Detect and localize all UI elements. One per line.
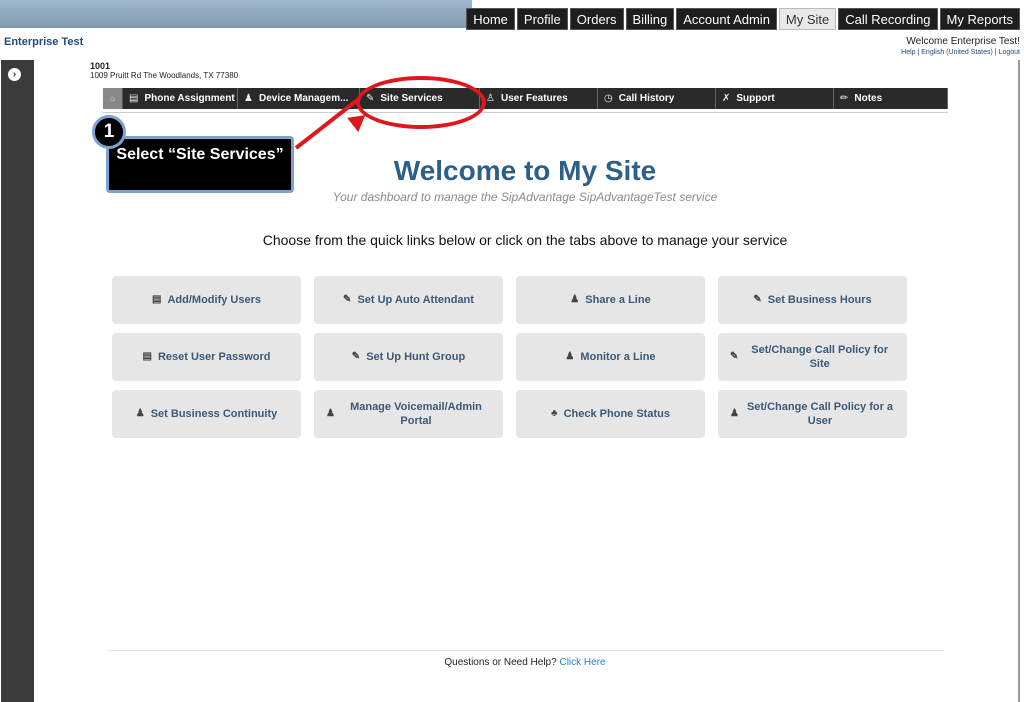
tab-user-features[interactable]: ♙ User Features — [480, 88, 598, 109]
quick-link-label: Set Up Auto Attendant — [357, 294, 474, 306]
quick-link-monitor-line[interactable]: ♟ Monitor a Line — [516, 333, 705, 381]
top-tab-profile[interactable]: Profile — [516, 8, 568, 30]
quick-link-label: Reset User Password — [157, 351, 271, 363]
tab-label: Call History — [618, 93, 675, 104]
instructions-text: Choose from the quick links below or cli… — [262, 232, 788, 248]
top-tab-call-recording[interactable]: Call Recording — [838, 8, 938, 30]
quick-link-add-modify-users[interactable]: ▤ Add/Modify Users — [112, 276, 301, 324]
quick-link-label: Manage Voicemail/Admin Portal — [350, 401, 482, 427]
tab-label: Notes — [854, 93, 883, 104]
welcome-text: Welcome Enterprise Test! — [906, 36, 1020, 47]
quick-link-label: Set Business Continuity — [150, 408, 278, 420]
quick-link-phone-status[interactable]: ♣ Check Phone Status — [516, 390, 705, 438]
edit-icon: ✎ — [730, 351, 739, 362]
footer-text: Questions or Need Help? — [444, 657, 557, 668]
page-subtitle: Your dashboard to manage the SipAdvantag… — [332, 190, 718, 204]
edit-icon: ✎ — [753, 294, 762, 305]
quick-link-label: Set Business Hours — [767, 294, 872, 306]
tab-label: Phone Assignment — [144, 93, 235, 104]
edit-icon: ✎ — [343, 294, 352, 305]
tab-label: Support — [736, 93, 775, 104]
user-icon: ♟ — [570, 294, 580, 305]
quick-links-grid: ▤ Add/Modify Users ✎ Set Up Auto Attendant… — [112, 276, 907, 438]
site-sub-navigation: ⌂ ▤ Phone Assignment ♟ Device Managem... ✎… — [103, 88, 948, 109]
quick-link-auto-attendant[interactable]: ✎ Set Up Auto Attendant — [314, 276, 503, 324]
top-navigation: Home Profile Orders Billing Account Admi… — [466, 8, 1020, 30]
step-badge: 1 — [92, 115, 126, 149]
quick-link-label: Check Phone Status — [563, 408, 670, 420]
edit-icon: ✎ — [351, 351, 361, 362]
quick-link-hunt-group[interactable]: ✎ Set Up Hunt Group — [314, 333, 503, 381]
welcome-panel: Welcome Enterprise Test! Help | English … — [901, 37, 1020, 58]
quick-link-voicemail-portal[interactable]: ♟ Manage Voicemail/Admin Portal — [314, 390, 503, 438]
quick-link-share-line[interactable]: ♟ Share a Line — [516, 276, 705, 324]
clock-icon: ◷ — [604, 93, 613, 104]
help-link[interactable]: Help — [901, 49, 915, 56]
top-tab-my-site[interactable]: My Site — [778, 8, 837, 30]
logout-link[interactable]: Logout — [999, 49, 1020, 56]
site-number: 1001 — [90, 61, 111, 71]
tab-label: Device Managem... — [258, 93, 349, 104]
page-title: Welcome to My Site — [393, 155, 657, 186]
list-icon: ▤ — [129, 93, 139, 104]
quick-link-label: Monitor a Line — [580, 351, 656, 363]
quick-link-label: Set/Change Call Policy for Site — [751, 344, 889, 370]
top-tab-billing[interactable]: Billing — [625, 8, 675, 30]
quick-link-label: Set Up Hunt Group — [366, 351, 466, 363]
wrench-icon: ✗ — [722, 93, 731, 104]
highlight-oval — [356, 76, 486, 129]
enterprise-name: Enterprise Test — [4, 36, 84, 48]
user-icon: ♟ — [326, 408, 335, 419]
pencil-icon: ✏ — [840, 93, 849, 104]
list-icon: ▤ — [152, 294, 162, 305]
tab-call-history[interactable]: ◷ Call History — [598, 88, 716, 109]
tab-notes[interactable]: ✏ Notes — [834, 88, 948, 109]
tab-phone-assignment[interactable]: ▤ Phone Assignment — [123, 88, 238, 109]
header-links: Help | English (United States) | Logout — [901, 49, 1020, 56]
quick-link-label: Share a Line — [585, 294, 651, 306]
tab-label: User Features — [500, 93, 568, 104]
footer-divider — [108, 650, 944, 651]
quick-link-call-policy-site[interactable]: ✎ Set/Change Call Policy for Site — [718, 333, 907, 381]
bell-icon: ♟ — [244, 93, 253, 104]
user-icon: ♙ — [486, 93, 495, 104]
help-click-here-link[interactable]: Click Here — [559, 657, 605, 668]
site-address: 1009 Pruitt Rd The Woodlands, TX 77380 — [90, 71, 239, 80]
user-icon: ♟ — [730, 408, 739, 419]
user-icon: ♟ — [565, 351, 575, 362]
home-icon[interactable]: ⌂ — [103, 88, 123, 109]
quick-link-business-continuity[interactable]: ♟ Set Business Continuity — [112, 390, 301, 438]
top-tab-orders[interactable]: Orders — [569, 8, 624, 30]
quick-link-reset-password[interactable]: ▤ Reset User Password — [112, 333, 301, 381]
subnav-divider — [103, 112, 948, 113]
quick-link-label: Set/Change Call Policy for a User — [746, 401, 894, 427]
bell-icon: ♣ — [551, 408, 558, 419]
top-tab-account-admin[interactable]: Account Admin — [676, 8, 777, 30]
tab-device-management[interactable]: ♟ Device Managem... — [238, 88, 360, 109]
language-link[interactable]: English (United States) — [921, 49, 993, 56]
footer: Questions or Need Help? Click Here — [0, 657, 1024, 668]
expand-sidebar-icon[interactable]: › — [8, 68, 21, 81]
top-banner: Home Profile Orders Billing Account Admi… — [0, 0, 1024, 30]
tab-support[interactable]: ✗ Support — [716, 88, 834, 109]
top-tab-my-reports[interactable]: My Reports — [939, 8, 1020, 30]
list-icon: ▤ — [142, 351, 152, 362]
quick-link-label: Add/Modify Users — [167, 294, 261, 306]
top-tab-home[interactable]: Home — [466, 8, 515, 30]
banner-gradient — [0, 0, 472, 28]
quick-link-business-hours[interactable]: ✎ Set Business Hours — [718, 276, 907, 324]
user-icon: ♟ — [135, 408, 145, 419]
quick-link-call-policy-user[interactable]: ♟ Set/Change Call Policy for a User — [718, 390, 907, 438]
